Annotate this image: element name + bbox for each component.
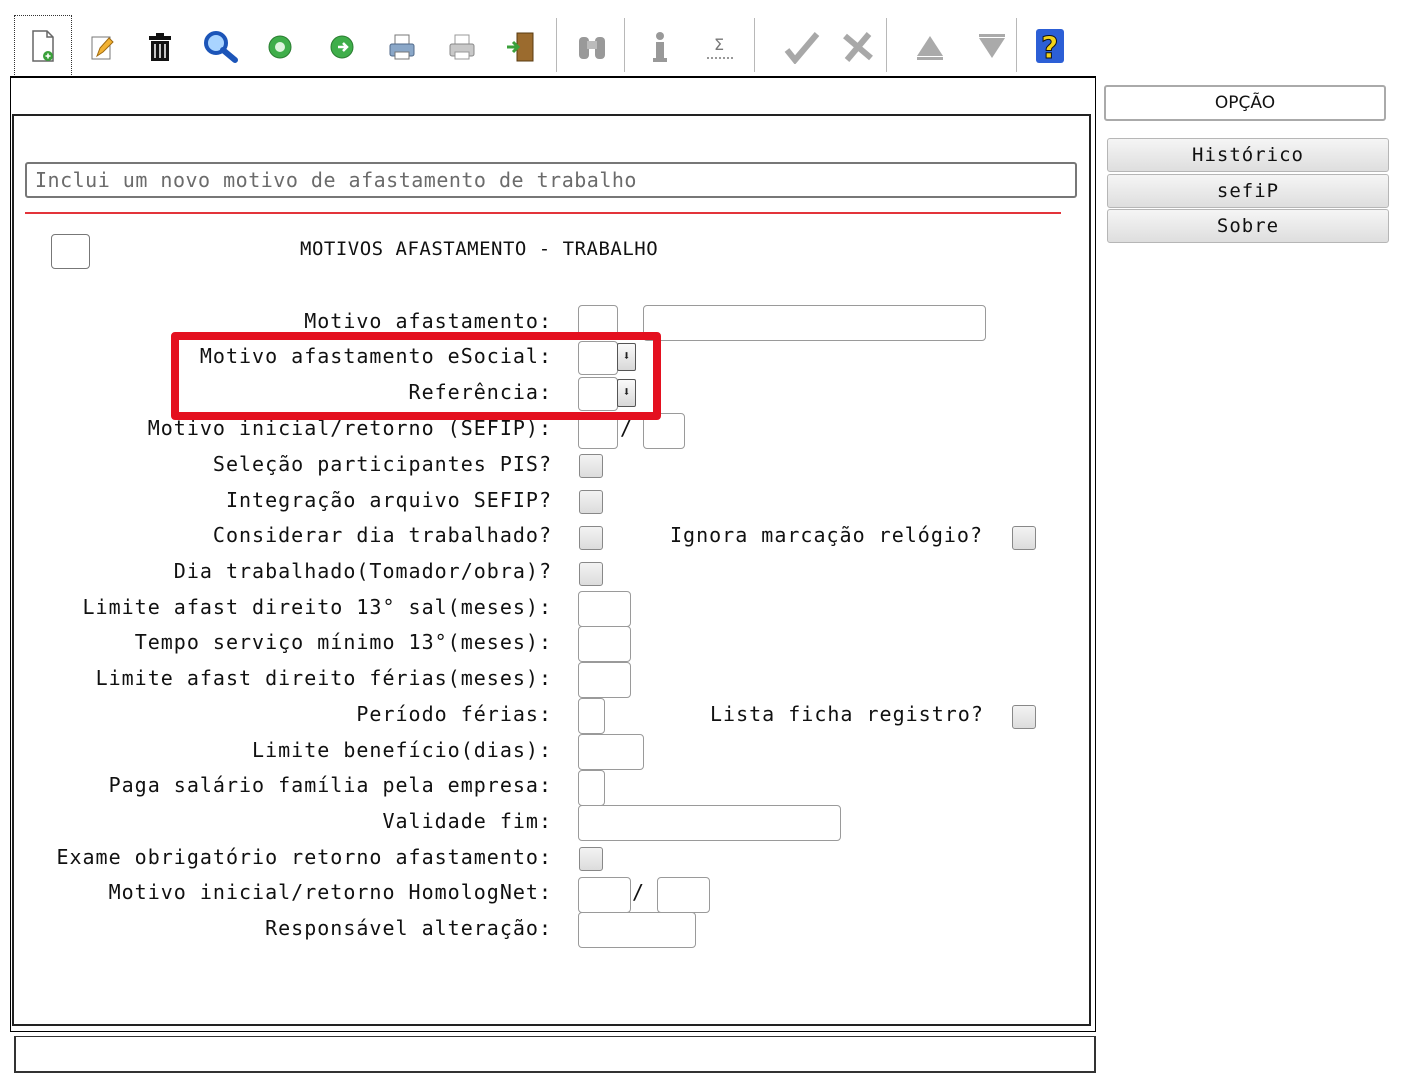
selecao-pis-checkbox[interactable] [579, 454, 603, 478]
previous-record-icon[interactable] [258, 18, 302, 76]
red-separator-line [25, 212, 1061, 214]
option-panel-header: OPÇÃO [1104, 85, 1386, 121]
motivo-homolognet-inicial-field[interactable] [578, 877, 631, 913]
trash-icon[interactable] [138, 18, 182, 76]
ignora-marcacao-checkbox[interactable] [1012, 526, 1036, 550]
limite-ferias-field[interactable] [578, 662, 631, 698]
historico-button[interactable]: Histórico [1107, 138, 1389, 172]
svg-text:?: ? [1041, 31, 1058, 66]
label-responsavel: Responsável alteração: [265, 916, 552, 940]
label-paga-salario: Paga salário família pela empresa: [108, 773, 552, 797]
exame-obrigatorio-checkbox[interactable] [579, 847, 603, 871]
form-title: MOTIVOS AFASTAMENTO - TRABALHO [300, 238, 659, 260]
print-setup-icon[interactable] [440, 18, 484, 76]
help-icon[interactable]: ? [1028, 18, 1072, 76]
exit-door-icon[interactable] [500, 18, 544, 76]
highlight-annotation-box [171, 332, 661, 420]
tempo-servico-field[interactable] [578, 626, 631, 662]
sefip-button[interactable]: sefiP [1107, 174, 1389, 208]
considerar-dia-checkbox[interactable] [579, 526, 603, 550]
label-motivo-homolognet: Motivo inicial/retorno HomologNet: [108, 880, 552, 904]
label-limite-13: Limite afast direito 13° sal(meses): [82, 595, 552, 619]
motivo-homolognet-retorno-field[interactable] [657, 877, 710, 913]
next-record-icon[interactable] [320, 18, 364, 76]
toolbar: Σ ? [10, 8, 1096, 77]
motivo-afastamento-description-field[interactable] [643, 305, 986, 341]
label-motivo-afastamento: Motivo afastamento: [304, 309, 552, 333]
binoculars-icon[interactable] [570, 18, 614, 76]
svg-text:Σ: Σ [714, 35, 724, 54]
new-document-icon[interactable] [14, 15, 72, 77]
label-lista-ficha: Lista ficha registro? [710, 702, 984, 726]
sobre-button[interactable]: Sobre [1107, 209, 1389, 243]
label-dia-trabalhado: Dia trabalhado(Tomador/obra)? [173, 559, 552, 583]
limite-beneficio-field[interactable] [578, 734, 644, 770]
sum-icon[interactable]: Σ [698, 18, 742, 76]
responsavel-alteracao-field[interactable] [578, 912, 696, 948]
label-integracao-sefip: Integração arquivo SEFIP? [225, 488, 552, 512]
first-record-icon[interactable] [908, 18, 952, 76]
lista-ficha-checkbox[interactable] [1012, 705, 1036, 729]
label-ignora-marcacao: Ignora marcação relógio? [670, 523, 983, 547]
label-selecao-pis: Seleção participantes PIS? [212, 452, 552, 476]
paga-salario-field[interactable] [578, 770, 605, 806]
label-validade-fim: Validade fim: [382, 809, 552, 833]
validade-fim-field[interactable] [578, 805, 841, 841]
print-icon[interactable] [380, 18, 424, 76]
edit-pencil-icon[interactable] [80, 18, 124, 76]
form-corner-box[interactable] [51, 234, 90, 269]
search-magnifier-icon[interactable] [200, 18, 244, 76]
integracao-sefip-checkbox[interactable] [579, 490, 603, 514]
confirm-check-icon[interactable] [780, 18, 824, 76]
hint-text-box: Inclui um novo motivo de afastamento de … [25, 162, 1077, 198]
label-limite-ferias: Limite afast direito férias(meses): [95, 666, 552, 690]
dia-trabalhado-checkbox[interactable] [579, 562, 603, 586]
label-exame-obrigatorio: Exame obrigatório retorno afastamento: [56, 845, 552, 869]
status-bar [14, 1036, 1096, 1073]
label-periodo-ferias: Período férias: [356, 702, 552, 726]
last-record-icon[interactable] [970, 18, 1014, 76]
limite-13-field[interactable] [578, 591, 631, 627]
periodo-ferias-field[interactable] [578, 698, 605, 734]
label-considerar-dia: Considerar dia trabalhado? [212, 523, 552, 547]
label-limite-beneficio: Limite benefício(dias): [252, 738, 552, 762]
cancel-x-icon[interactable] [836, 18, 880, 76]
info-icon[interactable] [638, 18, 682, 76]
homolognet-separator: / [632, 880, 645, 904]
label-tempo-servico: Tempo serviço mínimo 13°(meses): [134, 630, 552, 654]
